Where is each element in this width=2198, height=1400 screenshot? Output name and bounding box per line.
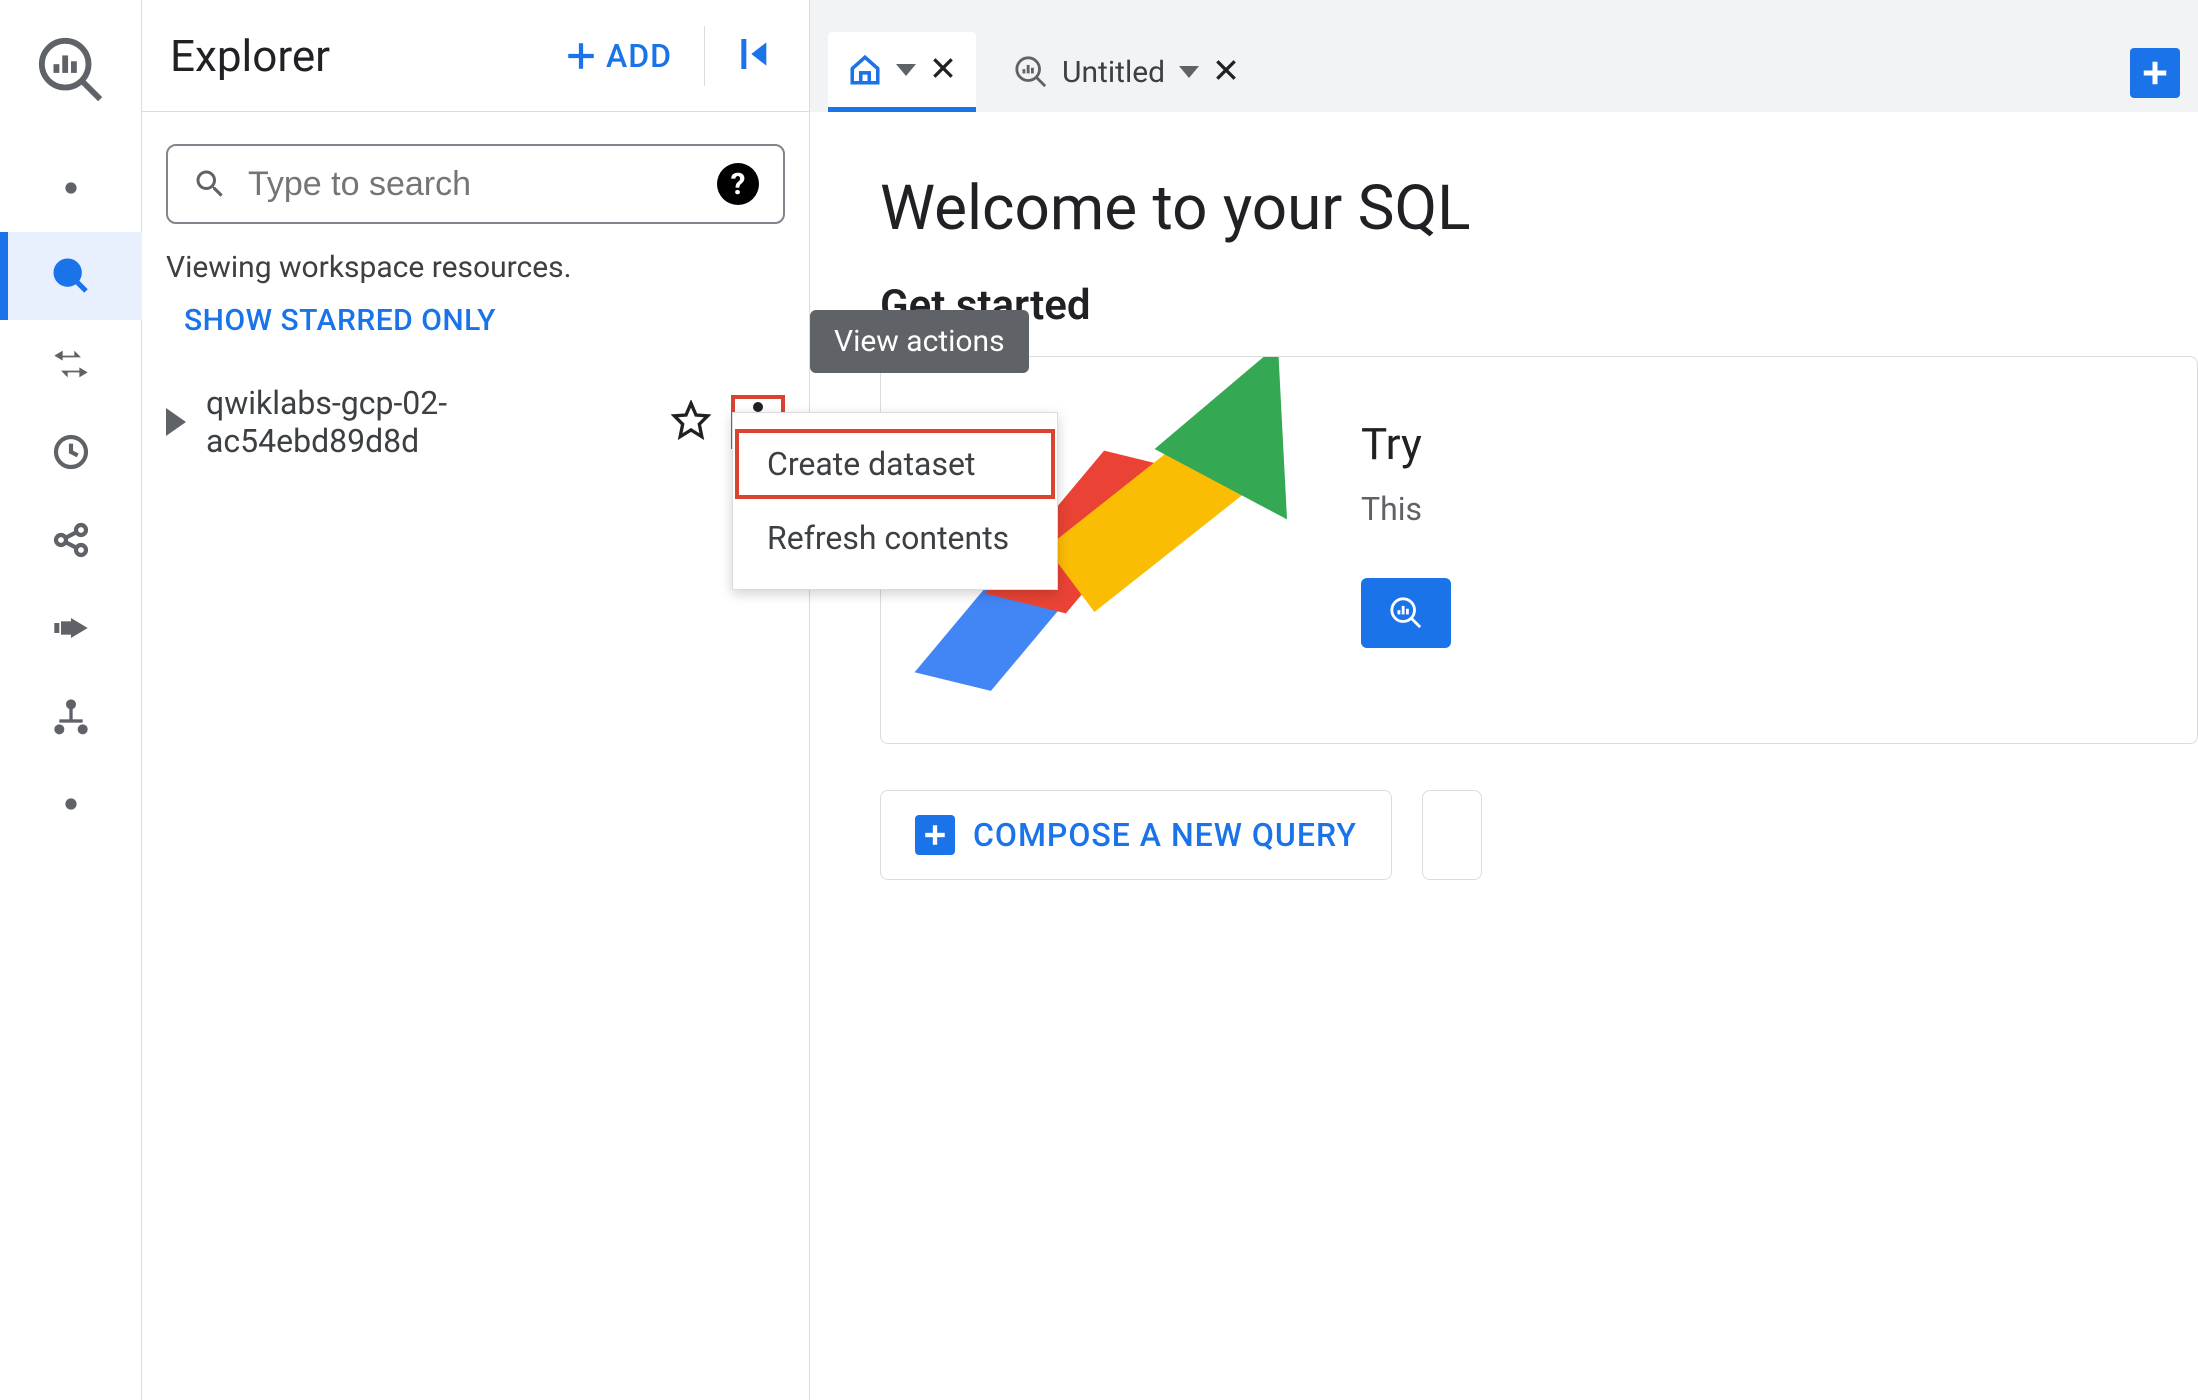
card-subtitle: This bbox=[1361, 490, 1451, 528]
add-label: ADD bbox=[606, 37, 672, 75]
plus-icon bbox=[2140, 58, 2170, 88]
plus-icon bbox=[564, 39, 598, 73]
explorer-header: Explorer ADD bbox=[142, 0, 809, 112]
help-icon[interactable]: ? bbox=[717, 163, 759, 205]
close-icon bbox=[930, 55, 956, 81]
main-area: Untitled Welcome to your SQL Get started… bbox=[810, 0, 2198, 1400]
tab-dropdown-icon[interactable] bbox=[1179, 66, 1199, 78]
search-input[interactable] bbox=[248, 165, 697, 204]
tab-close[interactable] bbox=[930, 55, 956, 85]
rail-history[interactable] bbox=[0, 408, 142, 496]
compose-query-button[interactable]: COMPOSE A NEW QUERY bbox=[880, 790, 1392, 880]
show-starred-button[interactable]: SHOW STARRED ONLY bbox=[184, 303, 785, 338]
close-icon bbox=[1213, 57, 1239, 83]
welcome-heading: Welcome to your SQL bbox=[880, 172, 2198, 245]
menu-create-dataset[interactable]: Create dataset bbox=[733, 427, 1057, 501]
card-action-button[interactable] bbox=[1361, 578, 1451, 648]
rail-transfers[interactable] bbox=[0, 320, 142, 408]
rail-output[interactable] bbox=[0, 584, 142, 672]
explorer-panel: Explorer ADD ? Viewing workspace resourc… bbox=[142, 0, 810, 1400]
explorer-title: Explorer bbox=[170, 30, 532, 82]
search-icon bbox=[192, 166, 228, 202]
compose-row: COMPOSE A NEW QUERY bbox=[880, 790, 2198, 880]
project-row[interactable]: qwiklabs-gcp-02-ac54ebd89d8d bbox=[166, 378, 785, 466]
collapse-panel-button[interactable] bbox=[725, 34, 781, 78]
expand-icon[interactable] bbox=[166, 408, 186, 436]
explorer-body: ? Viewing workspace resources. SHOW STAR… bbox=[142, 112, 809, 1400]
new-tab-button[interactable] bbox=[2130, 48, 2180, 98]
star-outline-icon bbox=[671, 400, 711, 440]
secondary-action-button[interactable] bbox=[1422, 790, 1482, 880]
bigquery-logo-icon bbox=[21, 20, 121, 120]
actions-menu: Create dataset Refresh contents bbox=[732, 412, 1058, 590]
rail-branch[interactable] bbox=[0, 672, 142, 760]
get-started-heading: Get started bbox=[880, 281, 2198, 330]
rail-share[interactable] bbox=[0, 496, 142, 584]
home-icon bbox=[848, 53, 882, 87]
tab-home[interactable] bbox=[828, 32, 976, 112]
divider bbox=[704, 26, 705, 86]
search-box[interactable]: ? bbox=[166, 144, 785, 224]
tab-dropdown-icon[interactable] bbox=[896, 64, 916, 76]
add-button[interactable]: ADD bbox=[552, 37, 684, 75]
nav-rail bbox=[0, 0, 142, 1400]
view-actions-tooltip: View actions bbox=[810, 310, 1029, 373]
compose-label: COMPOSE A NEW QUERY bbox=[973, 816, 1357, 854]
menu-refresh-contents[interactable]: Refresh contents bbox=[733, 501, 1057, 575]
viewing-label: Viewing workspace resources. bbox=[166, 250, 785, 285]
card-title: Try bbox=[1361, 418, 1451, 470]
rail-dot-top[interactable] bbox=[0, 144, 142, 232]
query-icon bbox=[1014, 55, 1048, 89]
workspace: Welcome to your SQL Get started Try This… bbox=[810, 112, 2198, 1400]
project-name: qwiklabs-gcp-02-ac54ebd89d8d bbox=[206, 384, 651, 460]
star-toggle[interactable] bbox=[671, 400, 711, 444]
rail-dot-bottom[interactable] bbox=[0, 760, 142, 848]
tab-close[interactable] bbox=[1213, 57, 1239, 87]
plus-box-icon bbox=[915, 815, 955, 855]
card-text: Try This bbox=[1361, 418, 1451, 648]
rail-search[interactable] bbox=[0, 232, 142, 320]
collapse-left-icon bbox=[733, 34, 773, 74]
tab-bar: Untitled bbox=[810, 0, 2198, 112]
query-icon bbox=[1389, 596, 1423, 630]
tab-untitled[interactable]: Untitled bbox=[994, 32, 1259, 112]
get-started-card: Try This bbox=[880, 356, 2198, 744]
tab-untitled-label: Untitled bbox=[1062, 55, 1165, 90]
